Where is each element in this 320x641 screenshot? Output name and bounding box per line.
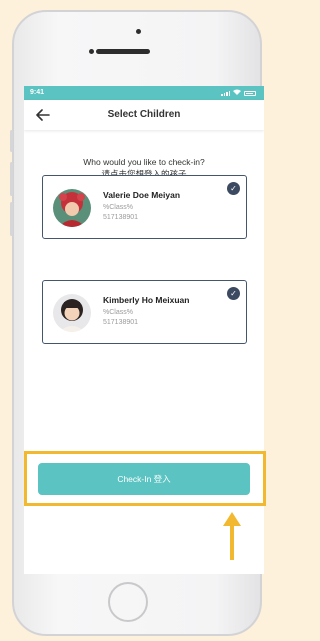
checkmark-icon: ✓	[227, 182, 240, 195]
home-button[interactable]	[108, 582, 148, 622]
status-icons	[221, 89, 256, 97]
phone-side-button	[10, 130, 13, 152]
child-name: Kimberly Ho Meixuan	[103, 295, 190, 305]
wifi-icon	[233, 89, 241, 97]
phone-side-button	[10, 202, 13, 236]
status-bar: 9:41	[24, 86, 264, 100]
page-title: Select Children	[107, 109, 181, 120]
child-class: %Class%	[103, 309, 133, 316]
child-id: 517138901	[103, 214, 139, 221]
status-time: 9:41	[30, 89, 45, 96]
prompt-english: Who would you like to check-in?	[83, 157, 205, 167]
sensor-dot	[89, 49, 94, 54]
speaker-grille	[96, 49, 150, 54]
checkmark-icon: ✓	[227, 287, 240, 300]
camera-dot	[136, 29, 141, 34]
avatar	[53, 294, 91, 332]
header-bar: Select Children	[24, 100, 264, 130]
phone-side-button	[10, 162, 13, 196]
arrow-up-icon	[223, 512, 241, 560]
child-card-kimberly[interactable]: Kimberly Ho Meixuan %Class% 517138901 ✓	[42, 280, 247, 344]
avatar	[53, 189, 91, 227]
stage: 9:41 Select Children Who would you like …	[0, 0, 269, 641]
battery-icon	[244, 90, 256, 96]
child-card-valerie[interactable]: Valerie Doe Meiyan %Class% 517138901 ✓	[42, 175, 247, 239]
check-in-button[interactable]: Check-In 登入	[38, 463, 250, 495]
child-class: %Class%	[103, 204, 133, 211]
signal-icon	[221, 90, 230, 96]
child-id: 517138901	[103, 319, 139, 326]
child-name: Valerie Doe Meiyan	[103, 190, 181, 200]
